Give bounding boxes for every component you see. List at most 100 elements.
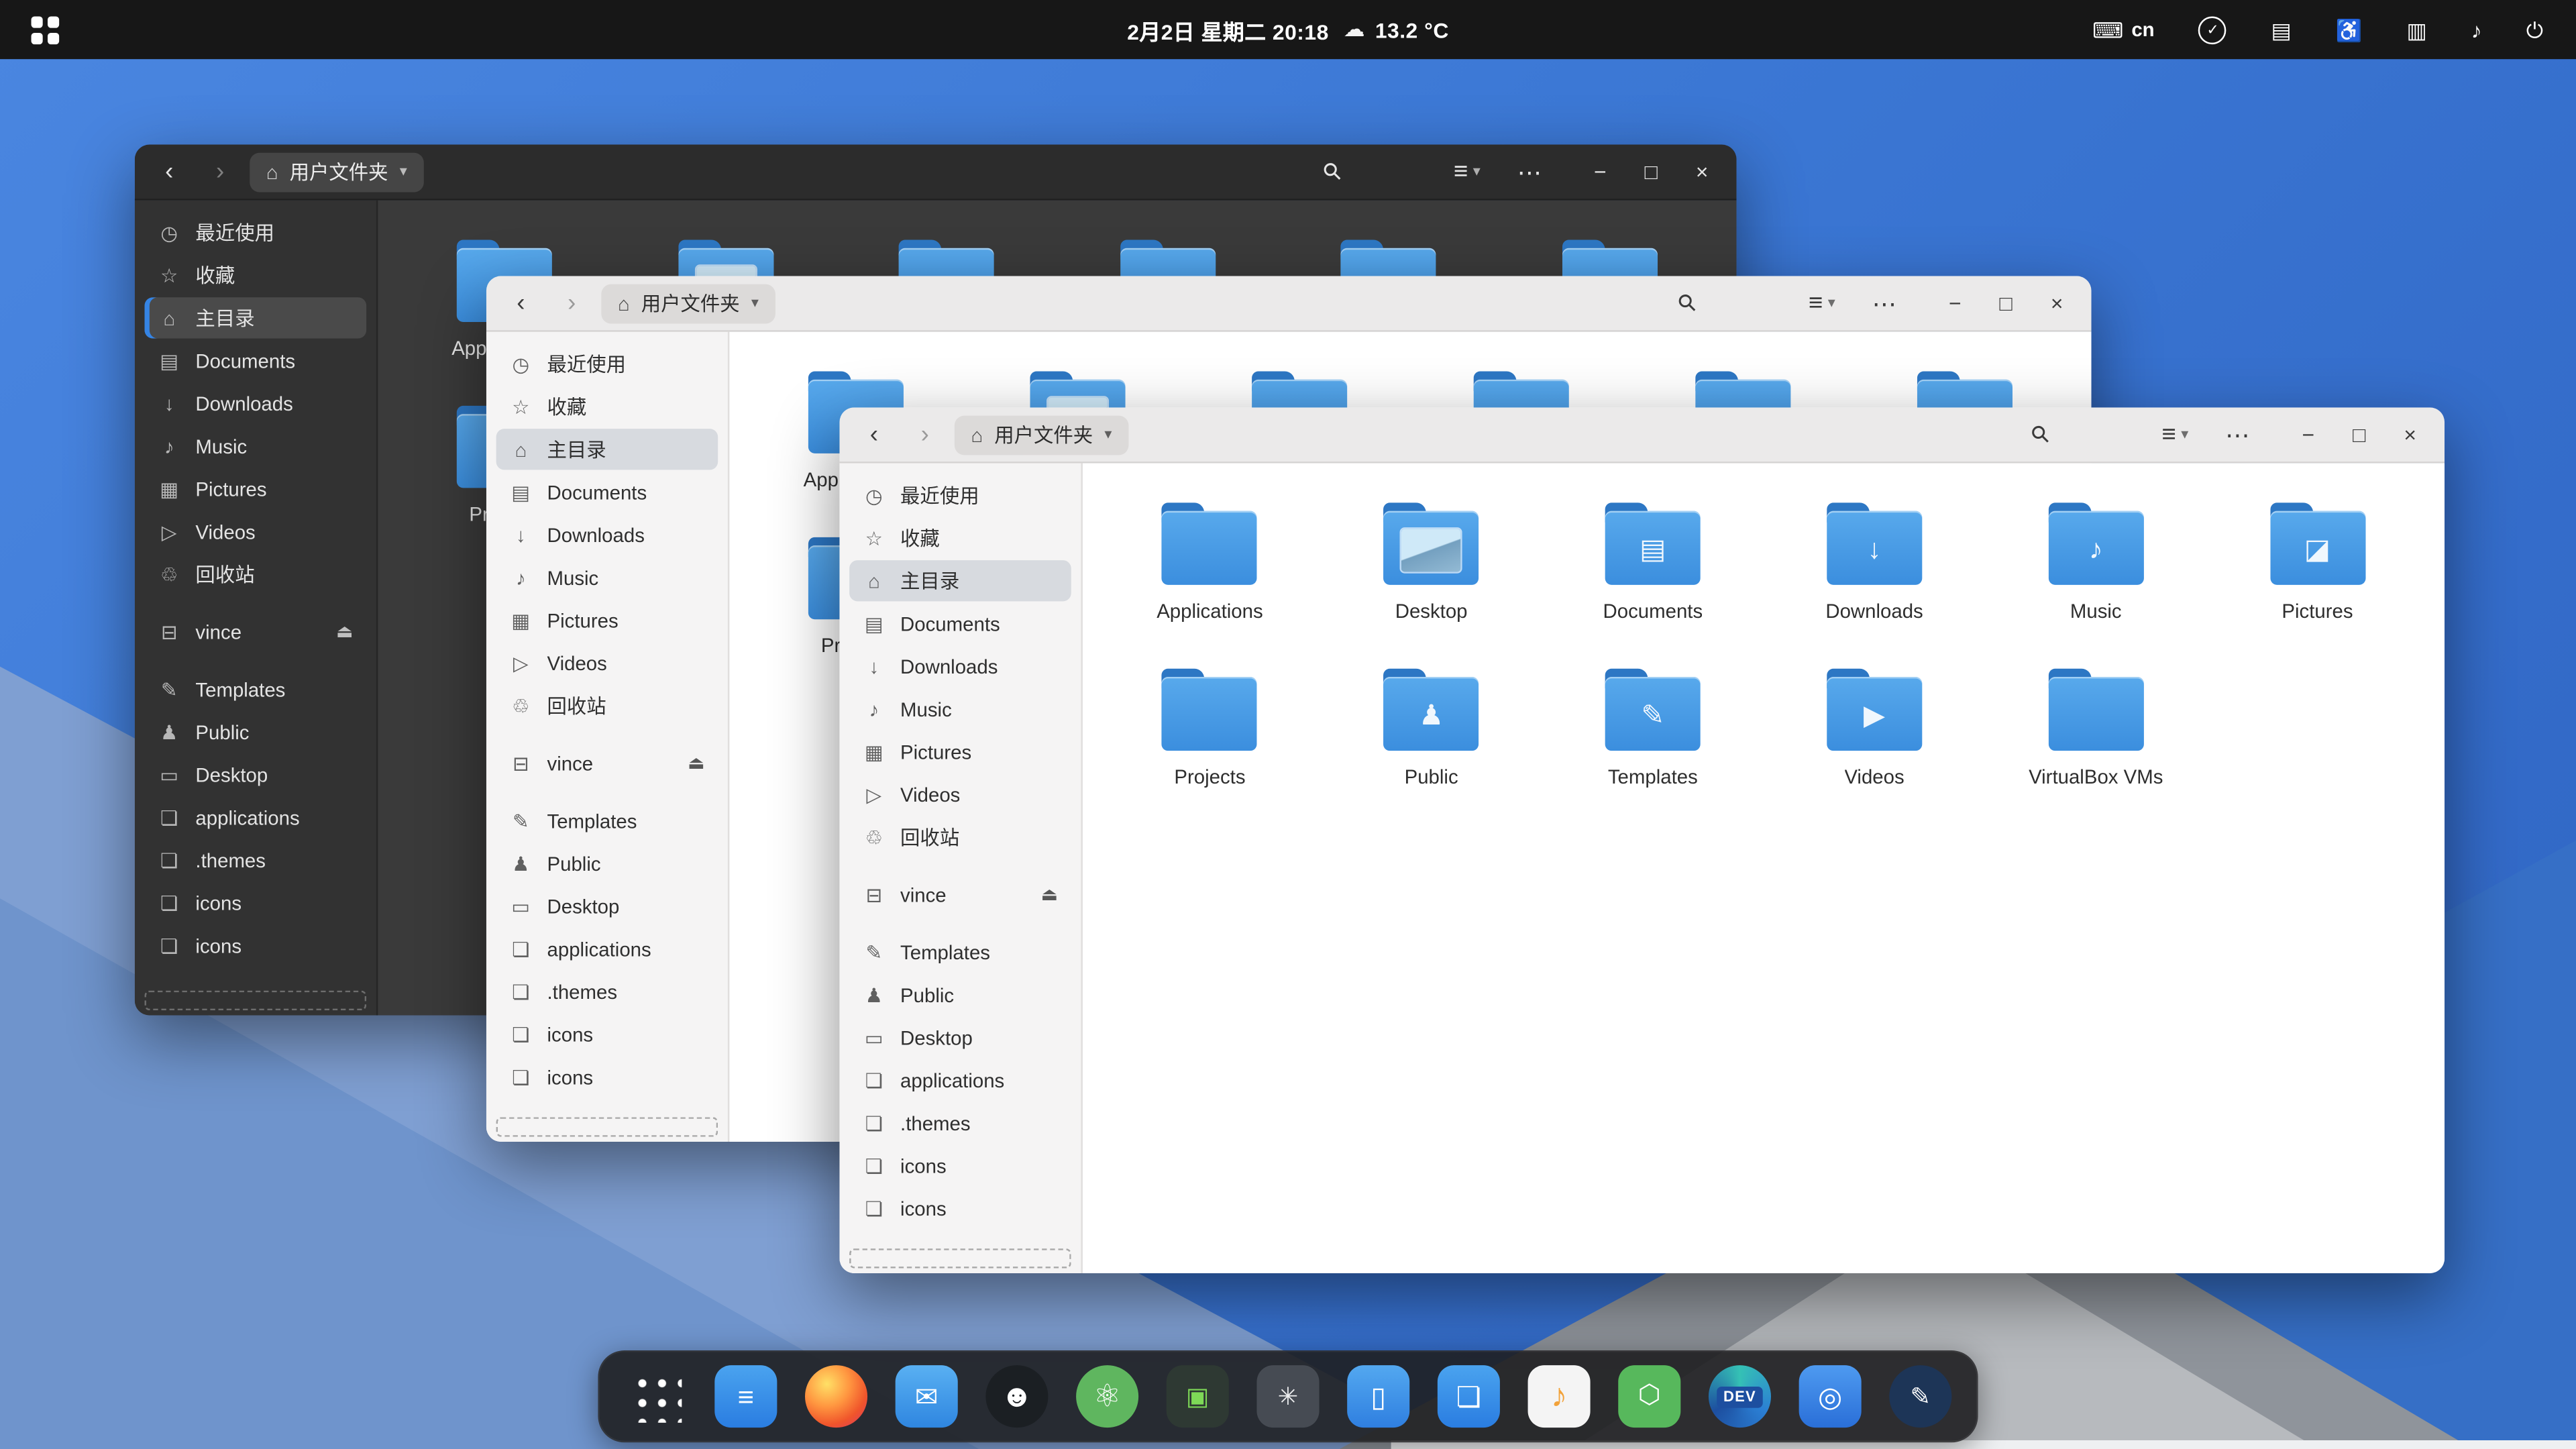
power-icon[interactable]: ⏻ <box>2516 17 2553 42</box>
clipboard-icon[interactable]: ▤ <box>2261 17 2302 42</box>
sidebar-item-videos[interactable]: ▷ Videos <box>849 773 1071 814</box>
sidebar-item-pictures[interactable]: ▦ Pictures <box>496 600 718 641</box>
pen-app[interactable]: ✎ <box>1889 1365 1951 1428</box>
folder-downloads[interactable]: ↓ Downloads <box>1764 502 1985 623</box>
sidebar-item-drive-vince[interactable]: ⊟ vince ⏏ <box>849 874 1071 915</box>
close-button[interactable]: × <box>2389 413 2432 456</box>
path-button[interactable]: ⌂ 用户文件夹 ▾ <box>250 152 423 192</box>
sidebar-item-applications[interactable]: ❏ applications <box>145 797 367 838</box>
music-app[interactable]: ♪ <box>1528 1365 1591 1428</box>
sidebar-item-recent[interactable]: ◷ 最近使用 <box>145 212 367 253</box>
sidebar-item-downloads[interactable]: ↓ Downloads <box>145 383 367 424</box>
sidebar-item-pictures[interactable]: ▦ Pictures <box>145 468 367 509</box>
folder-pictures[interactable]: ◪ Pictures <box>2206 502 2428 623</box>
minimize-button[interactable]: − <box>1578 150 1621 193</box>
clock[interactable]: 2月2日 星期二 20:18 <box>1127 14 1329 46</box>
sidebar-item-icons-2[interactable]: ❏ icons <box>849 1188 1071 1229</box>
view-toggle-button[interactable]: ≡ ▾ <box>1434 150 1500 193</box>
folder-virtualbox[interactable]: VirtualBox VMs <box>1985 669 2206 789</box>
sidebar-item-applications[interactable]: ❏ applications <box>849 1060 1071 1101</box>
search-button[interactable]: ⚲ <box>2019 413 2062 456</box>
sidebar-item-recent[interactable]: ◷ 最近使用 <box>849 475 1071 516</box>
phone-app[interactable]: ▯ <box>1347 1365 1409 1428</box>
sidebar-item-drive-vince[interactable]: ⊟ vince ⏏ <box>145 611 367 652</box>
folder-templates[interactable]: ✎ Templates <box>1542 669 1764 789</box>
menu-button[interactable]: ⋯ <box>1508 150 1551 193</box>
sidebar-item-documents[interactable]: ▤ Documents <box>849 603 1071 644</box>
maximize-button[interactable]: □ <box>1629 150 1672 193</box>
display-icon[interactable]: ▥ <box>2397 17 2437 42</box>
folder-documents[interactable]: ▤ Documents <box>1542 502 1764 623</box>
forward-button[interactable]: › <box>199 150 241 193</box>
volume-icon[interactable]: ♪ <box>2461 17 2491 42</box>
extensions-app[interactable]: ⬡ <box>1618 1365 1680 1428</box>
sidebar-item-music[interactable]: ♪ Music <box>496 557 718 598</box>
folder-videos[interactable]: ▶ Videos <box>1764 669 1985 789</box>
back-button[interactable]: ‹ <box>148 150 191 193</box>
sidebar-item-music[interactable]: ♪ Music <box>849 688 1071 729</box>
sidebar-item-desktop[interactable]: ▭ Desktop <box>145 754 367 795</box>
folder-music[interactable]: ♪ Music <box>1985 502 2206 623</box>
sidebar-item-home[interactable]: ⌂ 主目录 <box>849 560 1071 601</box>
sidebar-item-documents[interactable]: ▤ Documents <box>496 472 718 513</box>
sidebar-item-icons-1[interactable]: ❏ icons <box>849 1145 1071 1186</box>
sidebar-item-icons-1[interactable]: ❏ icons <box>496 1014 718 1055</box>
firefox-app[interactable] <box>805 1365 867 1428</box>
forward-button[interactable]: › <box>550 282 593 325</box>
sidebar-item-music[interactable]: ♪ Music <box>145 425 367 466</box>
activities-button[interactable] <box>13 7 76 53</box>
sidebar-item-trash[interactable]: ♲ 回收站 <box>849 816 1071 857</box>
folder-public[interactable]: ♟ Public <box>1321 669 1542 789</box>
folder-projects[interactable]: Projects <box>1099 669 1320 789</box>
close-button[interactable]: × <box>1680 150 1723 193</box>
path-button[interactable]: ⌂ 用户文件夹 ▾ <box>601 283 775 323</box>
view-toggle-button[interactable]: ≡ ▾ <box>1789 282 1855 325</box>
sidebar-item-home[interactable]: ⌂ 主目录 <box>145 297 367 338</box>
sidebar-item-documents[interactable]: ▤ Documents <box>145 340 367 381</box>
maximize-button[interactable]: □ <box>2338 413 2381 456</box>
folder-applications[interactable]: Applications <box>1099 502 1320 623</box>
maximize-button[interactable]: □ <box>1984 282 2027 325</box>
menu-button[interactable]: ⋯ <box>2216 413 2259 456</box>
path-button[interactable]: ⌂ 用户文件夹 ▾ <box>955 415 1128 454</box>
github-app[interactable]: ☻ <box>985 1365 1048 1428</box>
sidebar-item-icons-2[interactable]: ❏ icons <box>145 925 367 966</box>
sidebar-item-applications[interactable]: ❏ applications <box>496 928 718 969</box>
paint-app[interactable]: ✳ <box>1256 1365 1319 1428</box>
eject-icon[interactable]: ⏏ <box>688 753 704 774</box>
sidebar-item-recent[interactable]: ◷ 最近使用 <box>496 343 718 384</box>
search-button[interactable]: ⚲ <box>1666 282 1709 325</box>
sidebar-item-themes[interactable]: ❏ .themes <box>496 971 718 1012</box>
sidebar-item-starred[interactable]: ☆ 收藏 <box>145 255 367 296</box>
sidebar-item-drive-vince[interactable]: ⊟ vince ⏏ <box>496 743 718 784</box>
sidebar-item-desktop[interactable]: ▭ Desktop <box>496 885 718 926</box>
sidebar-item-icons-2[interactable]: ❏ icons <box>496 1057 718 1097</box>
sidebar-item-public[interactable]: ♟ Public <box>496 843 718 883</box>
files-app[interactable]: ≡ <box>714 1365 777 1428</box>
sidebar-item-themes[interactable]: ❏ .themes <box>849 1102 1071 1143</box>
clock-weather[interactable]: 2月2日 星期二 20:18 ☁ 13.2 °C <box>1127 14 1449 46</box>
sidebar-item-themes[interactable]: ❏ .themes <box>145 839 367 880</box>
forward-button[interactable]: › <box>904 413 947 456</box>
sidebar-item-videos[interactable]: ▷ Videos <box>496 643 718 684</box>
eject-icon[interactable]: ⏏ <box>336 621 353 643</box>
sidebar-item-videos[interactable]: ▷ Videos <box>145 511 367 552</box>
sidebar-item-home[interactable]: ⌂ 主目录 <box>496 429 718 470</box>
health-check-icon[interactable]: ✓ <box>2189 14 2237 46</box>
menu-button[interactable]: ⋯ <box>1863 282 1906 325</box>
back-button[interactable]: ‹ <box>853 413 896 456</box>
minimize-button[interactable]: − <box>2287 413 2330 456</box>
folder-app[interactable]: ❏ <box>1438 1365 1500 1428</box>
sidebar-item-desktop[interactable]: ▭ Desktop <box>849 1017 1071 1058</box>
sidebar-item-templates[interactable]: ✎ Templates <box>496 800 718 841</box>
folder-desktop[interactable]: Desktop <box>1321 502 1542 623</box>
sidebar-item-trash[interactable]: ♲ 回收站 <box>145 553 367 594</box>
eject-icon[interactable]: ⏏ <box>1041 884 1058 906</box>
sidebar-item-downloads[interactable]: ↓ Downloads <box>849 645 1071 686</box>
back-button[interactable]: ‹ <box>499 282 542 325</box>
sidebar-item-trash[interactable]: ♲ 回收站 <box>496 685 718 726</box>
keyboard-layout-indicator[interactable]: ⌨ cn <box>2082 16 2164 42</box>
sidebar-item-public[interactable]: ♟ Public <box>145 711 367 752</box>
remmina-app[interactable]: ◎ <box>1799 1365 1862 1428</box>
minimize-button[interactable]: − <box>1933 282 1976 325</box>
